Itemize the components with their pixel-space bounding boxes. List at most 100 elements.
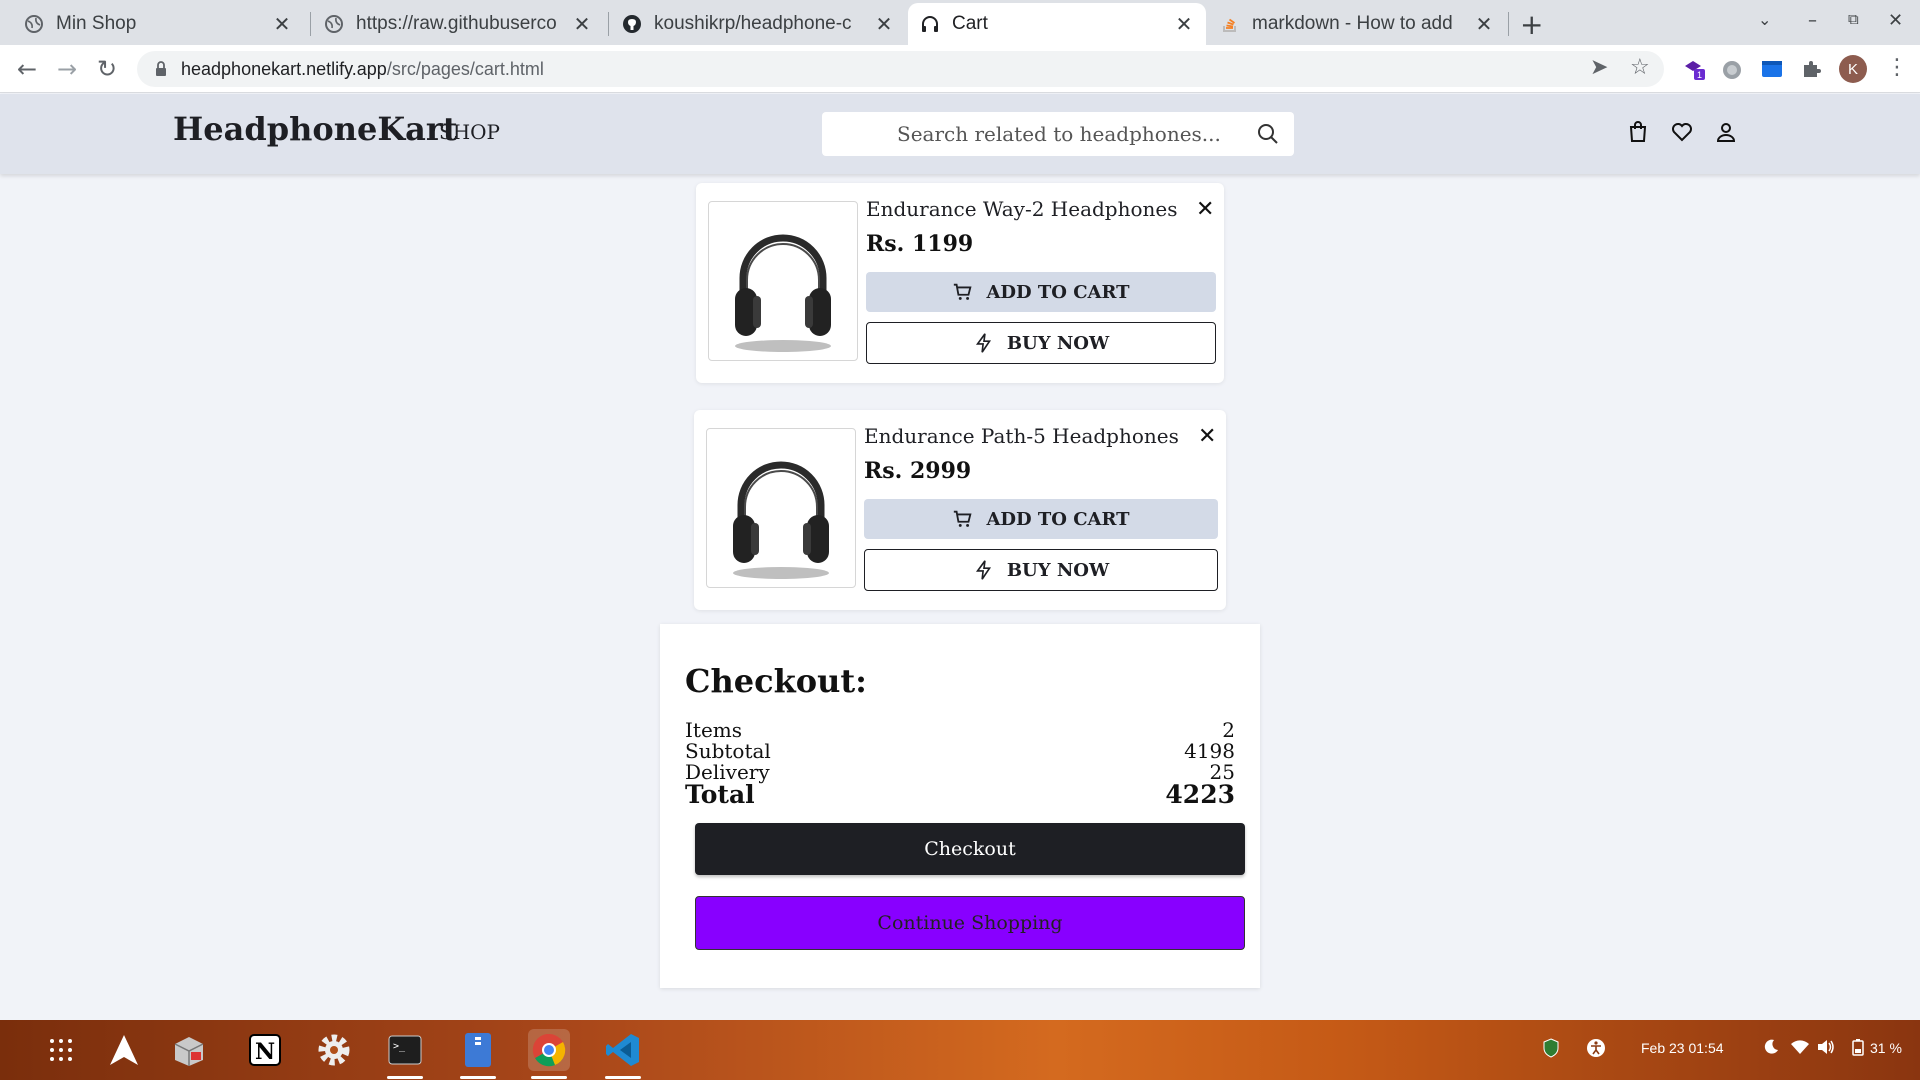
send-icon[interactable]: ➤ xyxy=(1590,55,1608,80)
product-price: Rs. 2999 xyxy=(864,458,972,484)
cart-item-card: Endurance Path-5 Headphones ✕ Rs. 2999 A… xyxy=(694,410,1226,610)
github-icon xyxy=(622,14,642,34)
product-image[interactable] xyxy=(708,201,858,361)
tab-min-shop[interactable]: Min Shop ✕ xyxy=(12,3,304,45)
extension-icon-3[interactable] xyxy=(1760,57,1784,81)
close-tab-icon[interactable]: ✕ xyxy=(272,12,292,37)
cart-icon xyxy=(954,510,972,527)
text-editor-icon[interactable] xyxy=(457,1029,499,1079)
extensions-puzzle-icon[interactable] xyxy=(1800,57,1824,81)
search-icon[interactable] xyxy=(1256,122,1280,146)
site-header: HeadphoneKart SHOP xyxy=(0,94,1920,174)
headphones-product-image xyxy=(733,461,829,579)
continue-shopping-button[interactable]: Continue Shopping xyxy=(695,896,1245,950)
vscode-icon[interactable] xyxy=(602,1029,644,1079)
volume-icon[interactable] xyxy=(1816,1038,1836,1059)
add-to-cart-button[interactable]: ADD TO CART xyxy=(864,499,1218,539)
buy-now-button[interactable]: BUY NOW xyxy=(864,549,1218,591)
svg-text:>_: >_ xyxy=(393,1041,406,1052)
tab-github-repo[interactable]: koushikrp/headphone-c ✕ xyxy=(610,3,906,45)
wishlist-heart-icon[interactable] xyxy=(1670,120,1694,144)
shopping-bag-icon[interactable] xyxy=(1626,120,1650,144)
close-tab-icon[interactable]: ✕ xyxy=(874,12,894,37)
search-input[interactable] xyxy=(822,122,1242,146)
lightning-icon xyxy=(975,333,991,353)
clock[interactable]: Feb 23 01:54 xyxy=(1641,1040,1724,1056)
summary-value: 2 xyxy=(1222,718,1235,742)
close-window-icon[interactable]: ✕ xyxy=(1888,10,1903,31)
package-manager-icon[interactable] xyxy=(168,1029,210,1071)
shield-tray-icon[interactable] xyxy=(1542,1038,1560,1061)
notion-icon[interactable]: N xyxy=(244,1029,286,1071)
checkout-button[interactable]: Checkout xyxy=(695,823,1245,875)
lightning-icon xyxy=(975,560,991,580)
url-path: /src/pages/cart.html xyxy=(386,58,544,79)
summary-row-total: Total 4223 xyxy=(685,782,1235,808)
close-tab-icon[interactable]: ✕ xyxy=(1174,12,1194,37)
reload-icon[interactable]: ↻ xyxy=(92,55,122,83)
terminal-icon[interactable]: >_ xyxy=(384,1029,426,1079)
minimize-icon[interactable]: – xyxy=(1808,10,1817,31)
summary-row-subtotal: Subtotal 4198 xyxy=(685,741,1235,762)
shop-link[interactable]: SHOP xyxy=(439,120,500,144)
restore-icon[interactable]: ⧉ xyxy=(1848,10,1859,28)
settings-gear-icon[interactable] xyxy=(313,1029,355,1071)
browser-menu-icon[interactable]: ⋮ xyxy=(1886,55,1908,80)
remove-item-icon[interactable]: ✕ xyxy=(1196,197,1214,222)
tab-divider xyxy=(608,12,609,36)
globe-icon xyxy=(324,14,344,34)
tab-raw-github[interactable]: https://raw.githubuserco ✕ xyxy=(312,3,604,45)
headphones-icon xyxy=(920,14,940,34)
headphones-product-image xyxy=(735,234,831,352)
lock-icon xyxy=(156,61,166,76)
tab-title: Min Shop xyxy=(56,13,137,34)
app-grid-icon[interactable] xyxy=(40,1029,82,1071)
cart-icon xyxy=(954,283,972,300)
buy-now-label: BUY NOW xyxy=(1006,559,1110,581)
brand-logo[interactable]: HeadphoneKart xyxy=(173,110,458,148)
bookmark-star-icon[interactable]: ☆ xyxy=(1630,55,1650,80)
checkout-summary: Checkout: Items 2 Subtotal 4198 Delivery… xyxy=(660,624,1260,988)
tab-divider xyxy=(310,12,311,36)
tab-title: koushikrp/headphone-c xyxy=(654,13,852,34)
tab-cart[interactable]: Cart ✕ xyxy=(908,3,1206,45)
remove-item-icon[interactable]: ✕ xyxy=(1198,424,1216,449)
chrome-browser-icon[interactable] xyxy=(528,1029,570,1079)
wifi-icon[interactable] xyxy=(1790,1038,1810,1059)
extension-icon-2[interactable] xyxy=(1720,57,1744,81)
forward-icon[interactable]: → xyxy=(52,55,82,83)
summary-row-items: Items 2 xyxy=(685,720,1235,741)
extension-badge-icon[interactable]: 1 xyxy=(1682,57,1706,81)
product-image[interactable] xyxy=(706,428,856,588)
tab-search-icon[interactable]: ⌄ xyxy=(1758,10,1771,29)
globe-icon xyxy=(24,14,44,34)
tab-divider xyxy=(1508,12,1509,36)
buy-now-button[interactable]: BUY NOW xyxy=(866,322,1216,364)
tab-stackoverflow[interactable]: markdown - How to add ✕ xyxy=(1208,3,1506,45)
profile-avatar[interactable]: K xyxy=(1839,55,1867,83)
tab-title: Cart xyxy=(952,13,988,34)
address-bar[interactable]: headphonekart.netlify.app/src/pages/cart… xyxy=(137,51,1664,87)
battery-icon[interactable] xyxy=(1852,1038,1864,1059)
browser-tab-bar: Min Shop ✕ https://raw.githubuserco ✕ ko… xyxy=(0,0,1920,45)
search-bar xyxy=(822,112,1294,156)
battery-percent: 31 % xyxy=(1870,1040,1902,1056)
new-tab-button[interactable]: + xyxy=(1520,8,1543,41)
add-to-cart-label: ADD TO CART xyxy=(986,508,1130,530)
product-name: Endurance Way-2 Headphones xyxy=(866,197,1178,221)
url-host: headphonekart.netlify.app xyxy=(181,58,387,79)
back-icon[interactable]: ← xyxy=(12,55,42,83)
close-tab-icon[interactable]: ✕ xyxy=(1474,12,1494,37)
summary-value: 4198 xyxy=(1184,739,1235,763)
user-profile-icon[interactable] xyxy=(1714,120,1738,144)
add-to-cart-button[interactable]: ADD TO CART xyxy=(866,272,1216,312)
cart-item-card: Endurance Way-2 Headphones ✕ Rs. 1199 AD… xyxy=(696,183,1224,383)
add-to-cart-label: ADD TO CART xyxy=(986,281,1130,303)
close-tab-icon[interactable]: ✕ xyxy=(572,12,592,37)
night-mode-icon[interactable] xyxy=(1762,1038,1780,1059)
svg-text:N: N xyxy=(255,1039,275,1065)
arch-logo-icon[interactable] xyxy=(103,1029,145,1071)
accessibility-icon[interactable] xyxy=(1586,1038,1606,1061)
checkout-title: Checkout: xyxy=(685,662,867,700)
total-label: Total xyxy=(685,780,755,809)
